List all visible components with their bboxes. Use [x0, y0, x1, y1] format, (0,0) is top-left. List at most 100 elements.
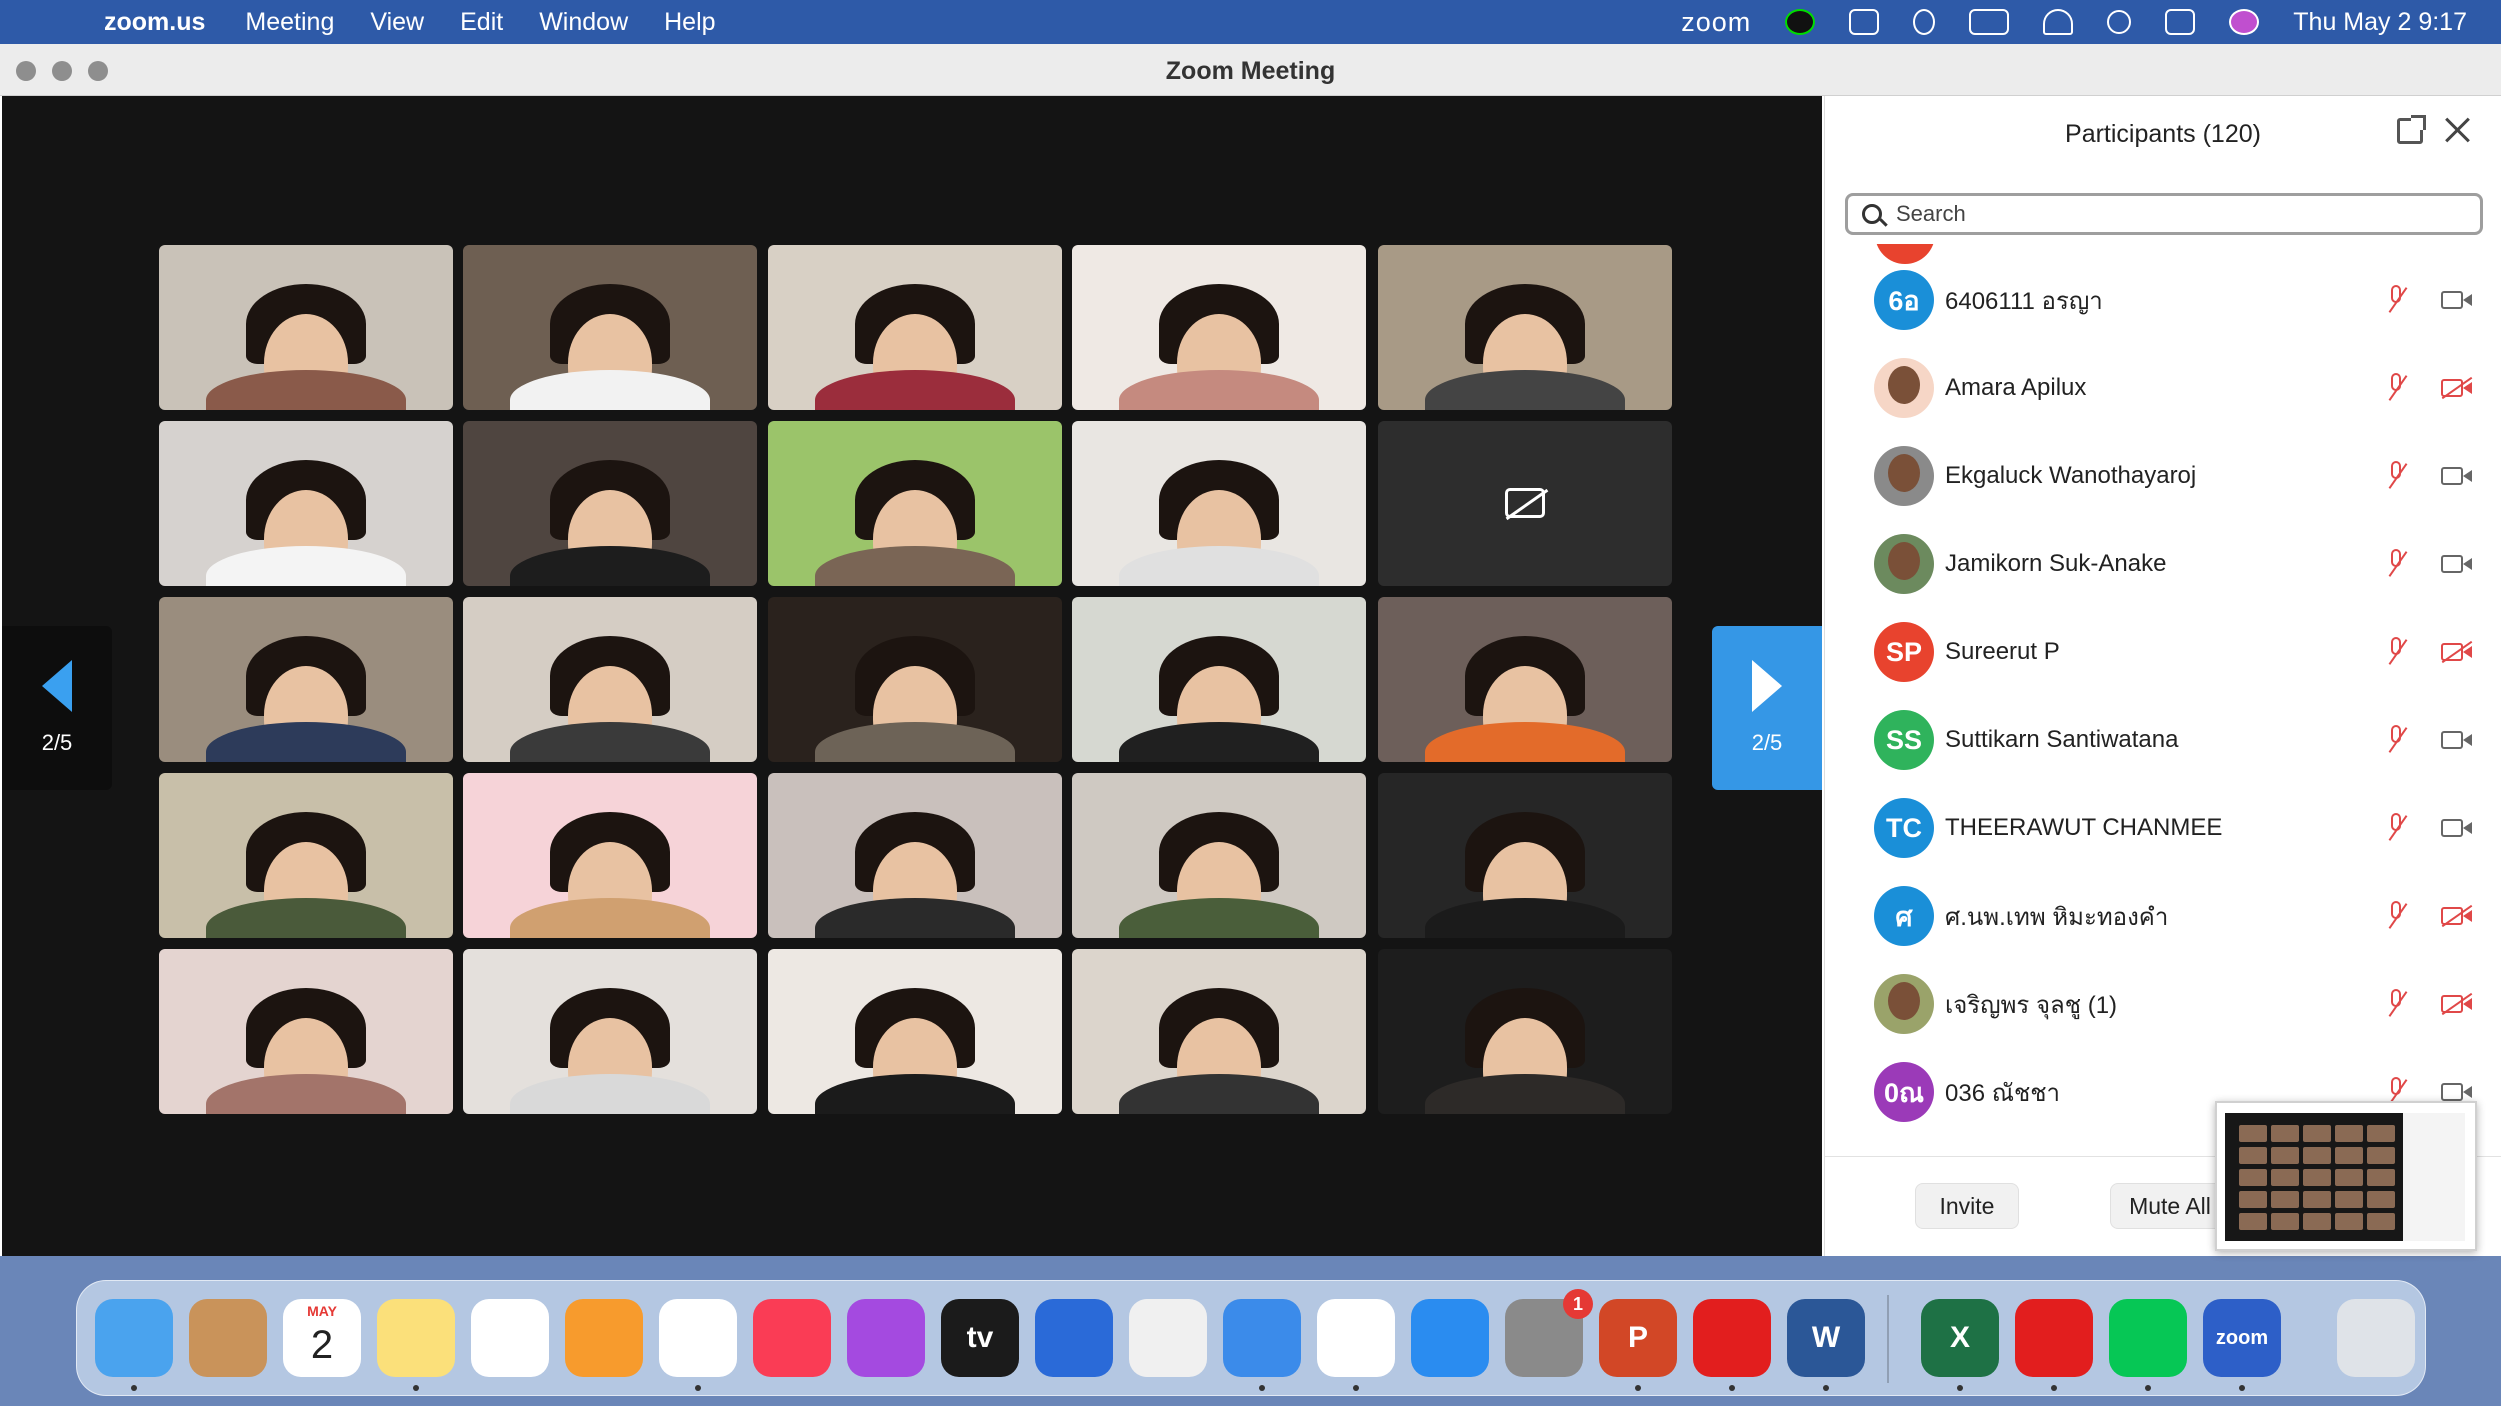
mic-muted-icon[interactable] [2385, 637, 2408, 667]
bluetooth-icon[interactable] [1913, 9, 1936, 35]
menu-clock[interactable]: Thu May 2 9:17 [2293, 8, 2467, 37]
screenshot-thumbnail[interactable] [2215, 1101, 2477, 1251]
video-tile[interactable] [462, 244, 757, 410]
video-tile[interactable] [1072, 244, 1367, 410]
video-tile[interactable] [158, 244, 453, 410]
video-tile[interactable] [1378, 772, 1672, 938]
video-tile[interactable] [158, 948, 453, 1114]
participant-list[interactable]: 6อ 6406111 อรญา Amara Apilux Ekgaluck Wanot… [1825, 244, 2501, 1144]
video-icon[interactable] [2441, 1081, 2473, 1103]
video-icon[interactable] [2441, 729, 2473, 751]
craft-icon[interactable] [1035, 1299, 1113, 1377]
powerpoint-icon[interactable]: P [1599, 1299, 1677, 1377]
video-off-icon[interactable] [2441, 992, 2473, 1016]
video-tile[interactable] [158, 420, 453, 586]
video-tile[interactable] [462, 596, 757, 762]
video-icon[interactable] [2441, 289, 2473, 311]
mic-muted-icon[interactable] [2385, 813, 2408, 843]
participant-row[interactable]: เจริญพร จุลชู (1) [1825, 960, 2501, 1048]
menu-help[interactable]: Help [664, 8, 715, 37]
participant-row[interactable]: SS Suttikarn Santiwatana [1825, 696, 2501, 784]
video-tile[interactable] [158, 772, 453, 938]
video-tile-camera-off[interactable] [1378, 420, 1672, 586]
video-icon[interactable] [2441, 465, 2473, 487]
next-page-button[interactable]: 2/5 [1712, 626, 1822, 790]
video-tile[interactable] [1072, 948, 1367, 1114]
battery-icon[interactable] [1969, 9, 2010, 35]
video-tile[interactable] [768, 948, 1063, 1114]
app-store-icon[interactable] [1411, 1299, 1489, 1377]
participant-row[interactable]: Jamikorn Suk-Anake [1825, 520, 2501, 608]
mic-muted-icon[interactable] [2385, 285, 2408, 315]
trash-icon[interactable] [2337, 1299, 2415, 1377]
acrobat-icon[interactable] [1693, 1299, 1771, 1377]
mic-muted-icon[interactable] [2385, 461, 2408, 491]
previous-page-button[interactable]: 2/5 [2, 626, 112, 790]
contacts-icon[interactable] [189, 1299, 267, 1377]
participant-row[interactable]: Ekgaluck Wanothayaroj [1825, 432, 2501, 520]
excel-icon[interactable]: X [1921, 1299, 1999, 1377]
video-icon[interactable] [2441, 817, 2473, 839]
notion-status-icon[interactable] [1849, 9, 1880, 35]
video-tile[interactable] [462, 948, 757, 1114]
notes-icon[interactable] [377, 1299, 455, 1377]
numbers-icon[interactable] [1317, 1299, 1395, 1377]
music-icon[interactable] [753, 1299, 831, 1377]
mic-muted-icon[interactable] [2385, 373, 2408, 403]
video-icon[interactable] [2441, 553, 2473, 575]
video-tile[interactable] [768, 420, 1063, 586]
zoom-status-icon[interactable]: zoom [1681, 7, 1751, 38]
video-tile[interactable] [158, 596, 453, 762]
safari-icon[interactable] [1223, 1299, 1301, 1377]
books-icon[interactable] [565, 1299, 643, 1377]
line-app-icon[interactable] [2109, 1299, 2187, 1377]
spotlight-search-icon[interactable] [2107, 10, 2132, 34]
popout-icon[interactable] [2397, 115, 2426, 144]
mic-muted-icon[interactable] [2385, 725, 2408, 755]
video-tile[interactable] [1378, 948, 1672, 1114]
video-tile[interactable] [768, 772, 1063, 938]
mic-muted-icon[interactable] [2385, 901, 2408, 931]
invite-button[interactable]: Invite [1915, 1183, 2019, 1229]
line-status-icon[interactable] [1785, 9, 1816, 35]
siri-icon[interactable] [2229, 9, 2260, 35]
acrobat-reader-icon[interactable] [2015, 1299, 2093, 1377]
menu-meeting[interactable]: Meeting [245, 8, 334, 37]
mic-muted-icon[interactable] [2385, 989, 2408, 1019]
mic-muted-icon[interactable] [2385, 549, 2408, 579]
video-tile[interactable] [462, 772, 757, 938]
menu-edit[interactable]: Edit [460, 8, 503, 37]
menu-app-name[interactable]: zoom.us [104, 8, 205, 37]
video-tile[interactable] [1072, 596, 1367, 762]
video-tile[interactable] [462, 420, 757, 586]
mute-all-button[interactable]: Mute All [2110, 1183, 2230, 1229]
video-off-icon[interactable] [2441, 640, 2473, 664]
video-tile[interactable] [768, 244, 1063, 410]
participant-row[interactable]: ศ ศ.นพ.เทพ หิมะทองคำ [1825, 872, 2501, 960]
news-icon[interactable] [471, 1299, 549, 1377]
participant-row[interactable]: Amara Apilux [1825, 344, 2501, 432]
word-icon[interactable]: W [1787, 1299, 1865, 1377]
search-input[interactable] [1896, 201, 2456, 227]
control-center-icon[interactable] [2165, 9, 2196, 35]
video-tile[interactable] [1378, 244, 1672, 410]
participant-row[interactable]: 6อ 6406111 อรญา [1825, 256, 2501, 344]
menu-window[interactable]: Window [539, 8, 628, 37]
participant-row[interactable]: SP Sureerut P [1825, 608, 2501, 696]
video-tile[interactable] [1072, 420, 1367, 586]
video-off-icon[interactable] [2441, 904, 2473, 928]
participant-row[interactable]: TC THEERAWUT CHANMEE [1825, 784, 2501, 872]
video-tile[interactable] [768, 596, 1063, 762]
wifi-icon[interactable] [2043, 9, 2074, 35]
pages-icon[interactable] [1129, 1299, 1207, 1377]
finder-icon[interactable] [95, 1299, 173, 1377]
tv-icon[interactable]: tv [941, 1299, 1019, 1377]
zoom-icon[interactable]: zoom [2203, 1299, 2281, 1377]
calendar-icon[interactable]: MAY 2 [283, 1299, 361, 1377]
podcasts-icon[interactable] [847, 1299, 925, 1377]
video-tile[interactable] [1072, 772, 1367, 938]
close-icon[interactable] [2441, 114, 2473, 146]
video-off-icon[interactable] [2441, 376, 2473, 400]
video-tile[interactable] [1378, 596, 1672, 762]
photos-icon[interactable] [659, 1299, 737, 1377]
